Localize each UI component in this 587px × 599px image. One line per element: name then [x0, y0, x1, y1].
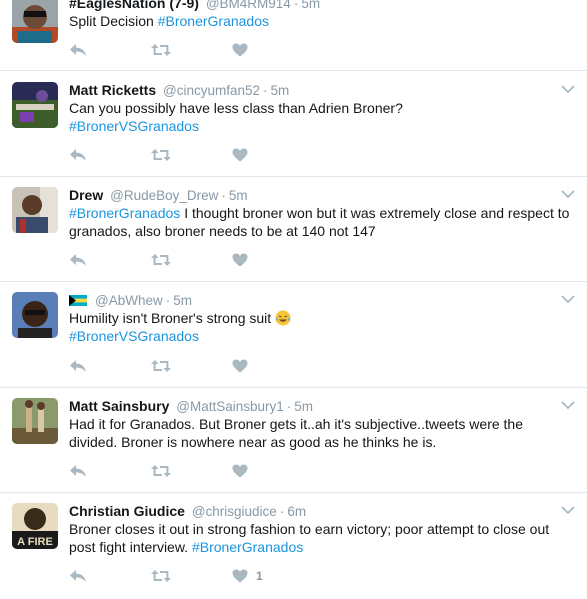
reply-icon	[70, 149, 86, 161]
timestamp[interactable]: 5m	[229, 188, 248, 203]
retweet-icon	[151, 570, 171, 582]
reply-button[interactable]	[69, 145, 87, 165]
tweet-text: #BronerGranados I thought broner won but…	[69, 205, 570, 239]
retweet-button[interactable]	[151, 566, 171, 586]
retweet-icon	[151, 149, 171, 161]
user-handle[interactable]: @MattSainsbury1	[176, 399, 284, 414]
heart-icon	[232, 569, 248, 583]
tweet-text: Broner closes it out in strong fashion t…	[69, 521, 550, 555]
chevron-down-icon[interactable]	[561, 294, 575, 304]
hashtag-link[interactable]: #BronerGranados	[69, 205, 180, 221]
reply-button[interactable]	[69, 40, 87, 60]
tweet-item[interactable]: A FIRE Christian Giudice @chrisgiudice · 6…	[0, 493, 587, 599]
user-handle[interactable]: @RudeBoy_Drew	[110, 188, 218, 203]
avatar[interactable]	[12, 398, 58, 444]
tweet-text: Split Decision #BronerGranados	[69, 13, 270, 29]
timestamp[interactable]: 6m	[287, 504, 306, 519]
hashtag-link[interactable]: #BronerVSGranados	[69, 118, 199, 134]
avatar[interactable]	[12, 187, 58, 233]
retweet-button[interactable]	[151, 145, 171, 165]
display-name[interactable]: Christian Giudice	[69, 503, 185, 519]
tweet-header: #EaglesNation (7-9) @BM4RM914 · 5m	[69, 0, 320, 12]
hashtag-link[interactable]: #BronerGranados	[158, 13, 269, 29]
chevron-down-icon[interactable]	[561, 505, 575, 515]
reply-icon	[70, 44, 86, 56]
like-count: 1	[256, 569, 263, 583]
bahamas-flag-icon	[69, 295, 87, 306]
tweet-text: Can you possibly have less class than Ad…	[69, 100, 403, 134]
timestamp[interactable]: 5m	[173, 293, 192, 308]
user-handle[interactable]: @AbWhew	[95, 293, 163, 308]
reply-button[interactable]	[69, 356, 87, 376]
retweet-button[interactable]	[151, 250, 171, 270]
tweet-header: Matt Ricketts @cincyumfan52 · 5m	[69, 82, 290, 98]
reply-icon	[70, 254, 86, 266]
retweet-icon	[151, 254, 171, 266]
reply-icon	[70, 570, 86, 582]
tweet-header: Drew @RudeBoy_Drew · 5m	[69, 187, 248, 203]
like-button[interactable]	[232, 250, 248, 270]
tweet-text: Humility isn't Broner's strong suit #Bro…	[69, 309, 574, 345]
heart-icon	[232, 253, 248, 267]
like-button[interactable]	[232, 40, 248, 60]
heart-icon	[232, 148, 248, 162]
timestamp[interactable]: 5m	[301, 0, 320, 11]
retweet-button[interactable]	[151, 40, 171, 60]
retweet-button[interactable]	[151, 461, 171, 481]
like-button[interactable]	[232, 356, 248, 376]
timestamp[interactable]: 5m	[294, 399, 313, 414]
chevron-down-icon[interactable]	[561, 84, 575, 94]
tweet-item[interactable]: Matt Ricketts @cincyumfan52 · 5m Can you p…	[0, 71, 587, 177]
retweet-icon	[151, 465, 171, 477]
heart-icon	[232, 359, 248, 373]
reply-button[interactable]	[69, 461, 87, 481]
reply-button[interactable]	[69, 566, 87, 586]
tweet-item[interactable]: #EaglesNation (7-9) @BM4RM914 · 5m Split D…	[0, 0, 587, 71]
hashtag-link[interactable]: #BronerGranados	[192, 539, 303, 555]
user-handle[interactable]: @cincyumfan52	[163, 83, 260, 98]
avatar[interactable]	[12, 82, 58, 128]
retweet-icon	[151, 360, 171, 372]
display-name[interactable]: Matt Ricketts	[69, 82, 156, 98]
tweet-item[interactable]: Matt Sainsbury @MattSainsbury1 · 5m Had it…	[0, 388, 587, 493]
chevron-down-icon[interactable]	[561, 400, 575, 410]
avatar[interactable]: A FIRE	[12, 503, 58, 549]
heart-icon	[232, 464, 248, 478]
reply-icon	[70, 360, 86, 372]
chevron-down-icon[interactable]	[561, 189, 575, 199]
display-name[interactable]: #EaglesNation (7-9)	[69, 0, 199, 11]
hashtag-link[interactable]: #BronerVSGranados	[69, 328, 199, 344]
retweet-button[interactable]	[151, 356, 171, 376]
display-name[interactable]: Matt Sainsbury	[69, 398, 169, 414]
display-name[interactable]: Drew	[69, 187, 103, 203]
user-handle[interactable]: @chrisgiudice	[192, 504, 277, 519]
like-button[interactable]	[232, 145, 248, 165]
timestamp[interactable]: 5m	[271, 83, 290, 98]
crying-laughing-emoji-icon	[275, 310, 291, 326]
avatar[interactable]	[12, 292, 58, 338]
like-button[interactable]: 1	[232, 566, 263, 586]
tweet-item[interactable]: @AbWhew · 5m Humility isn't Broner's stron…	[0, 282, 587, 388]
reply-icon	[70, 465, 86, 477]
retweet-icon	[151, 44, 171, 56]
tweet-item[interactable]: Drew @RudeBoy_Drew · 5m #BronerGranados I …	[0, 177, 587, 282]
tweet-header: Matt Sainsbury @MattSainsbury1 · 5m	[69, 398, 314, 414]
avatar-logo-text: A FIRE	[17, 536, 53, 548]
heart-icon	[232, 43, 248, 57]
tweet-header: Christian Giudice @chrisgiudice · 6m	[69, 503, 307, 519]
like-button[interactable]	[232, 461, 248, 481]
user-handle[interactable]: @BM4RM914	[206, 0, 291, 11]
tweet-header: @AbWhew · 5m	[69, 291, 192, 309]
reply-button[interactable]	[69, 250, 87, 270]
avatar[interactable]	[12, 0, 58, 43]
tweet-text: Had it for Granados. But Broner gets it.…	[69, 416, 524, 450]
